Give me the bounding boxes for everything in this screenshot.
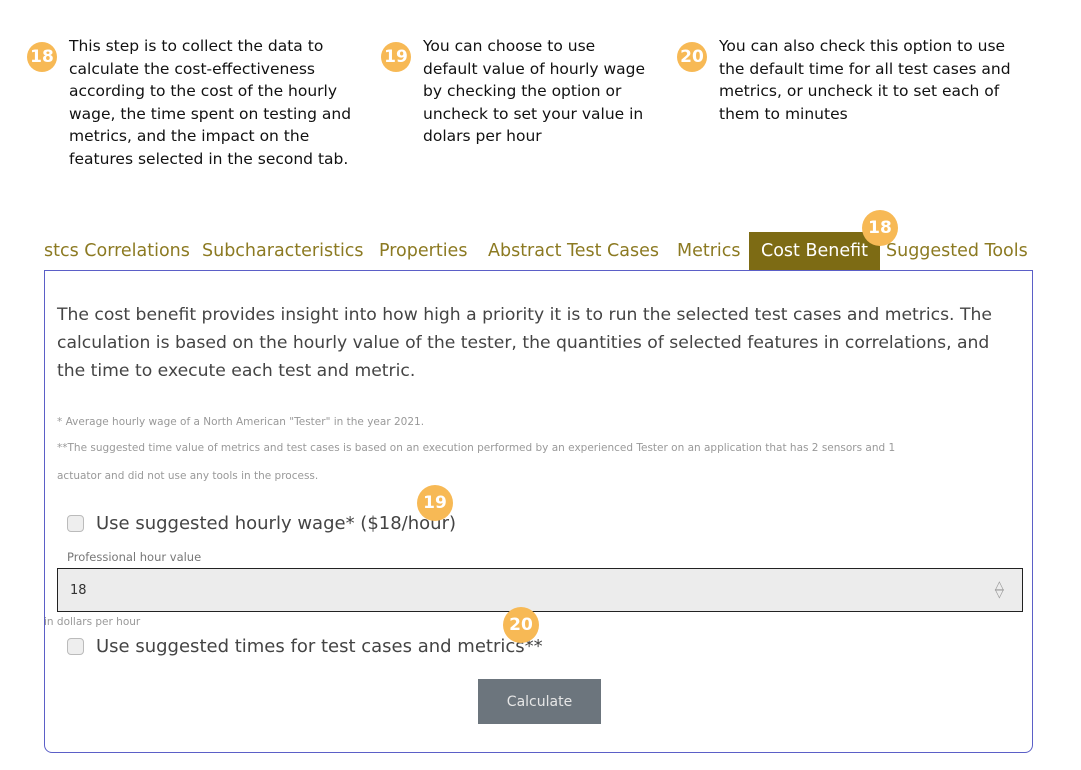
callout-text: This step is to collect the data to calc… (69, 37, 352, 168)
wage-option-row: Use suggested hourly wage* ($18/hour) (67, 513, 456, 534)
callout-text: You can also check this option to use th… (719, 37, 1011, 123)
hour-value-help: in dollars per hour (44, 616, 141, 628)
step-badge: 18 (862, 210, 898, 246)
tab-properties[interactable]: Properties (379, 232, 467, 270)
tab-metrics[interactable]: Metrics (677, 232, 741, 270)
calculate-button[interactable]: Calculate (478, 679, 601, 724)
step-badge: 19 (417, 485, 453, 521)
suggested-wage-label[interactable]: Use suggested hourly wage* ($18/hour) (96, 513, 456, 534)
tab-correlations[interactable]: stcs Correlations (44, 232, 190, 270)
tab-subcharacteristics[interactable]: Subcharacteristics (202, 232, 364, 270)
suggested-times-label[interactable]: Use suggested times for test cases and m… (96, 636, 543, 657)
times-option-row: Use suggested times for test cases and m… (67, 636, 543, 657)
tab-cost-benefit[interactable]: Cost Benefit (749, 232, 880, 270)
hour-value-input[interactable]: 18 △ ▽ (57, 568, 1023, 612)
stepper-icon[interactable]: △ ▽ (995, 579, 1004, 599)
footnote-wage: * Average hourly wage of a North America… (57, 416, 425, 428)
step-badge: 18 (27, 42, 57, 72)
tab-suggested-tools[interactable]: Suggested Tools (886, 232, 1028, 270)
suggested-times-checkbox[interactable] (67, 638, 84, 655)
step-badge: 19 (381, 42, 411, 72)
step-badge: 20 (677, 42, 707, 72)
panel-description: The cost benefit provides insight into h… (57, 305, 992, 381)
callout-text: You can choose to use default value of h… (423, 37, 646, 145)
cost-benefit-panel: The cost benefit provides insight into h… (44, 270, 1033, 753)
step-badge: 20 (503, 607, 539, 643)
footnote-time: **The suggested time value of metrics an… (57, 442, 896, 454)
tab-abstract-test-cases[interactable]: Abstract Test Cases (488, 232, 659, 270)
suggested-wage-checkbox[interactable] (67, 515, 84, 532)
hour-value-label: Professional hour value (67, 550, 202, 564)
hour-value-text: 18 (70, 582, 87, 598)
footnote-time-cont: actuator and did not use any tools in th… (57, 470, 319, 482)
tab-bar: stcs Correlations Subcharacteristics Pro… (0, 210, 1081, 272)
